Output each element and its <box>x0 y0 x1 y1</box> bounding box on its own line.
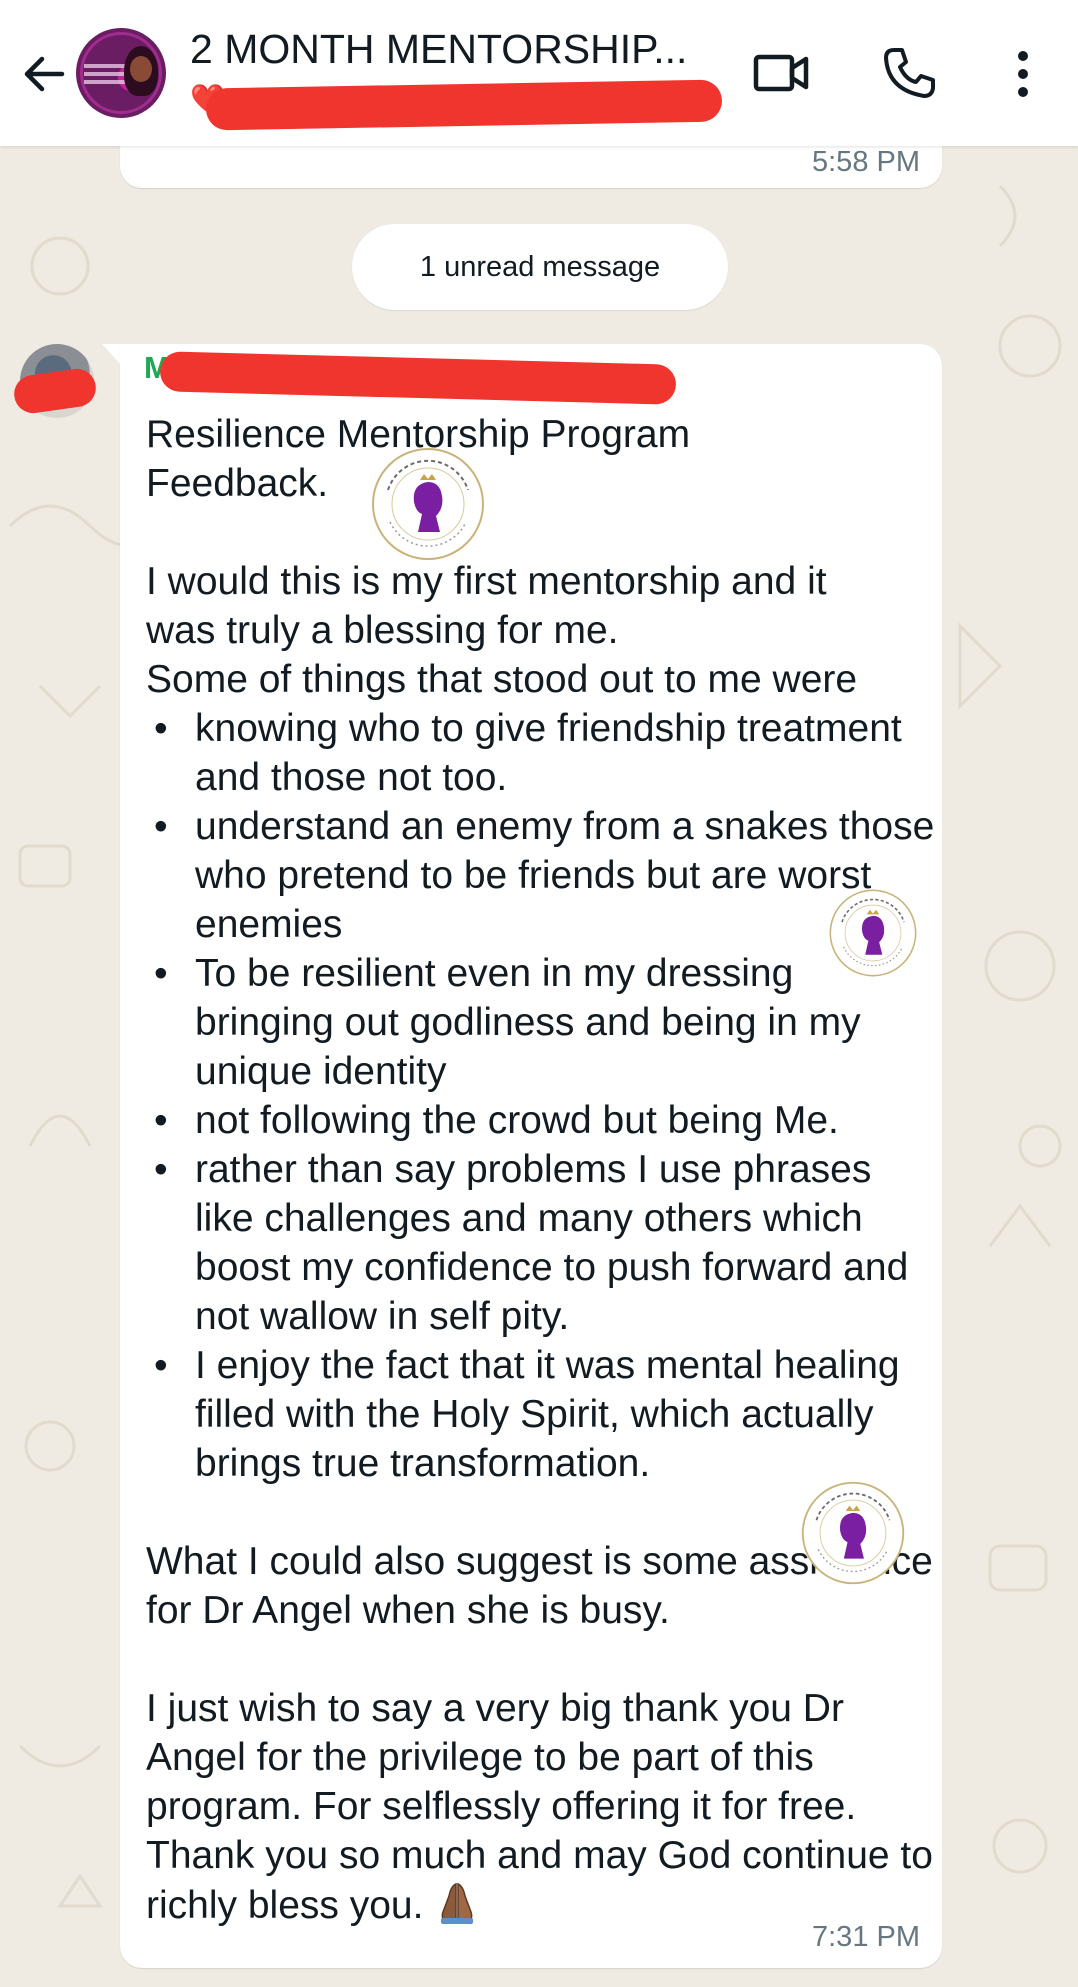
group-avatar[interactable] <box>76 28 166 118</box>
thanks-paragraph: I just wish to say a very big thank you … <box>146 1684 936 1936</box>
redaction-mark-sender <box>159 351 677 405</box>
watermark-stamp-logo <box>829 889 917 977</box>
feedback-list: knowing who to give friendship treatment… <box>146 704 936 1488</box>
message-heading-line: Feedback. <box>146 462 329 505</box>
bubble-tail <box>102 344 122 366</box>
list-item: rather than say problems I use phrases l… <box>146 1145 936 1341</box>
message-paragraph-line: Some of things that stood out to me were <box>146 658 858 701</box>
unread-messages-divider: 1 unread message <box>352 224 728 310</box>
message-bubble[interactable]: M Resilience Mentorship Program Feedback… <box>120 344 942 1968</box>
praying-hands-emoji <box>437 1880 477 1936</box>
message-timestamp: 7:31 PM <box>812 1921 920 1953</box>
video-call-icon[interactable] <box>752 46 812 100</box>
voice-call-icon[interactable] <box>880 44 938 102</box>
message-paragraph-line: was truly a blessing for me. <box>146 609 619 652</box>
chat-header: 2 MONTH MENTORSHIP... ❤️DAR <box>0 0 1078 146</box>
redaction-mark-subtitle <box>205 79 723 131</box>
list-item: To be resilient even in my dressing brin… <box>146 949 936 1096</box>
watermark-stamp-logo <box>372 448 484 560</box>
list-item: not following the crowd but being Me. <box>146 1096 936 1145</box>
back-arrow-icon[interactable] <box>18 48 70 100</box>
message-paragraph-line: I would this is my first mentorship and … <box>146 560 827 603</box>
thanks-text: I just wish to say a very big thank you … <box>146 1687 933 1927</box>
chat-title[interactable]: 2 MONTH MENTORSHIP... <box>190 26 710 73</box>
list-item: I enjoy the fact that it was mental heal… <box>146 1341 936 1488</box>
message-text: Resilience Mentorship Program Feedback. … <box>146 410 936 1936</box>
list-item: understand an enemy from a snakes those … <box>146 802 936 949</box>
message-timestamp: 5:58 PM <box>812 146 920 178</box>
more-options-icon[interactable] <box>1006 48 1040 100</box>
message-heading-line: Resilience Mentorship Program <box>146 413 691 456</box>
list-item: knowing who to give friendship treatment… <box>146 704 936 802</box>
watermark-stamp-logo <box>801 1481 905 1585</box>
